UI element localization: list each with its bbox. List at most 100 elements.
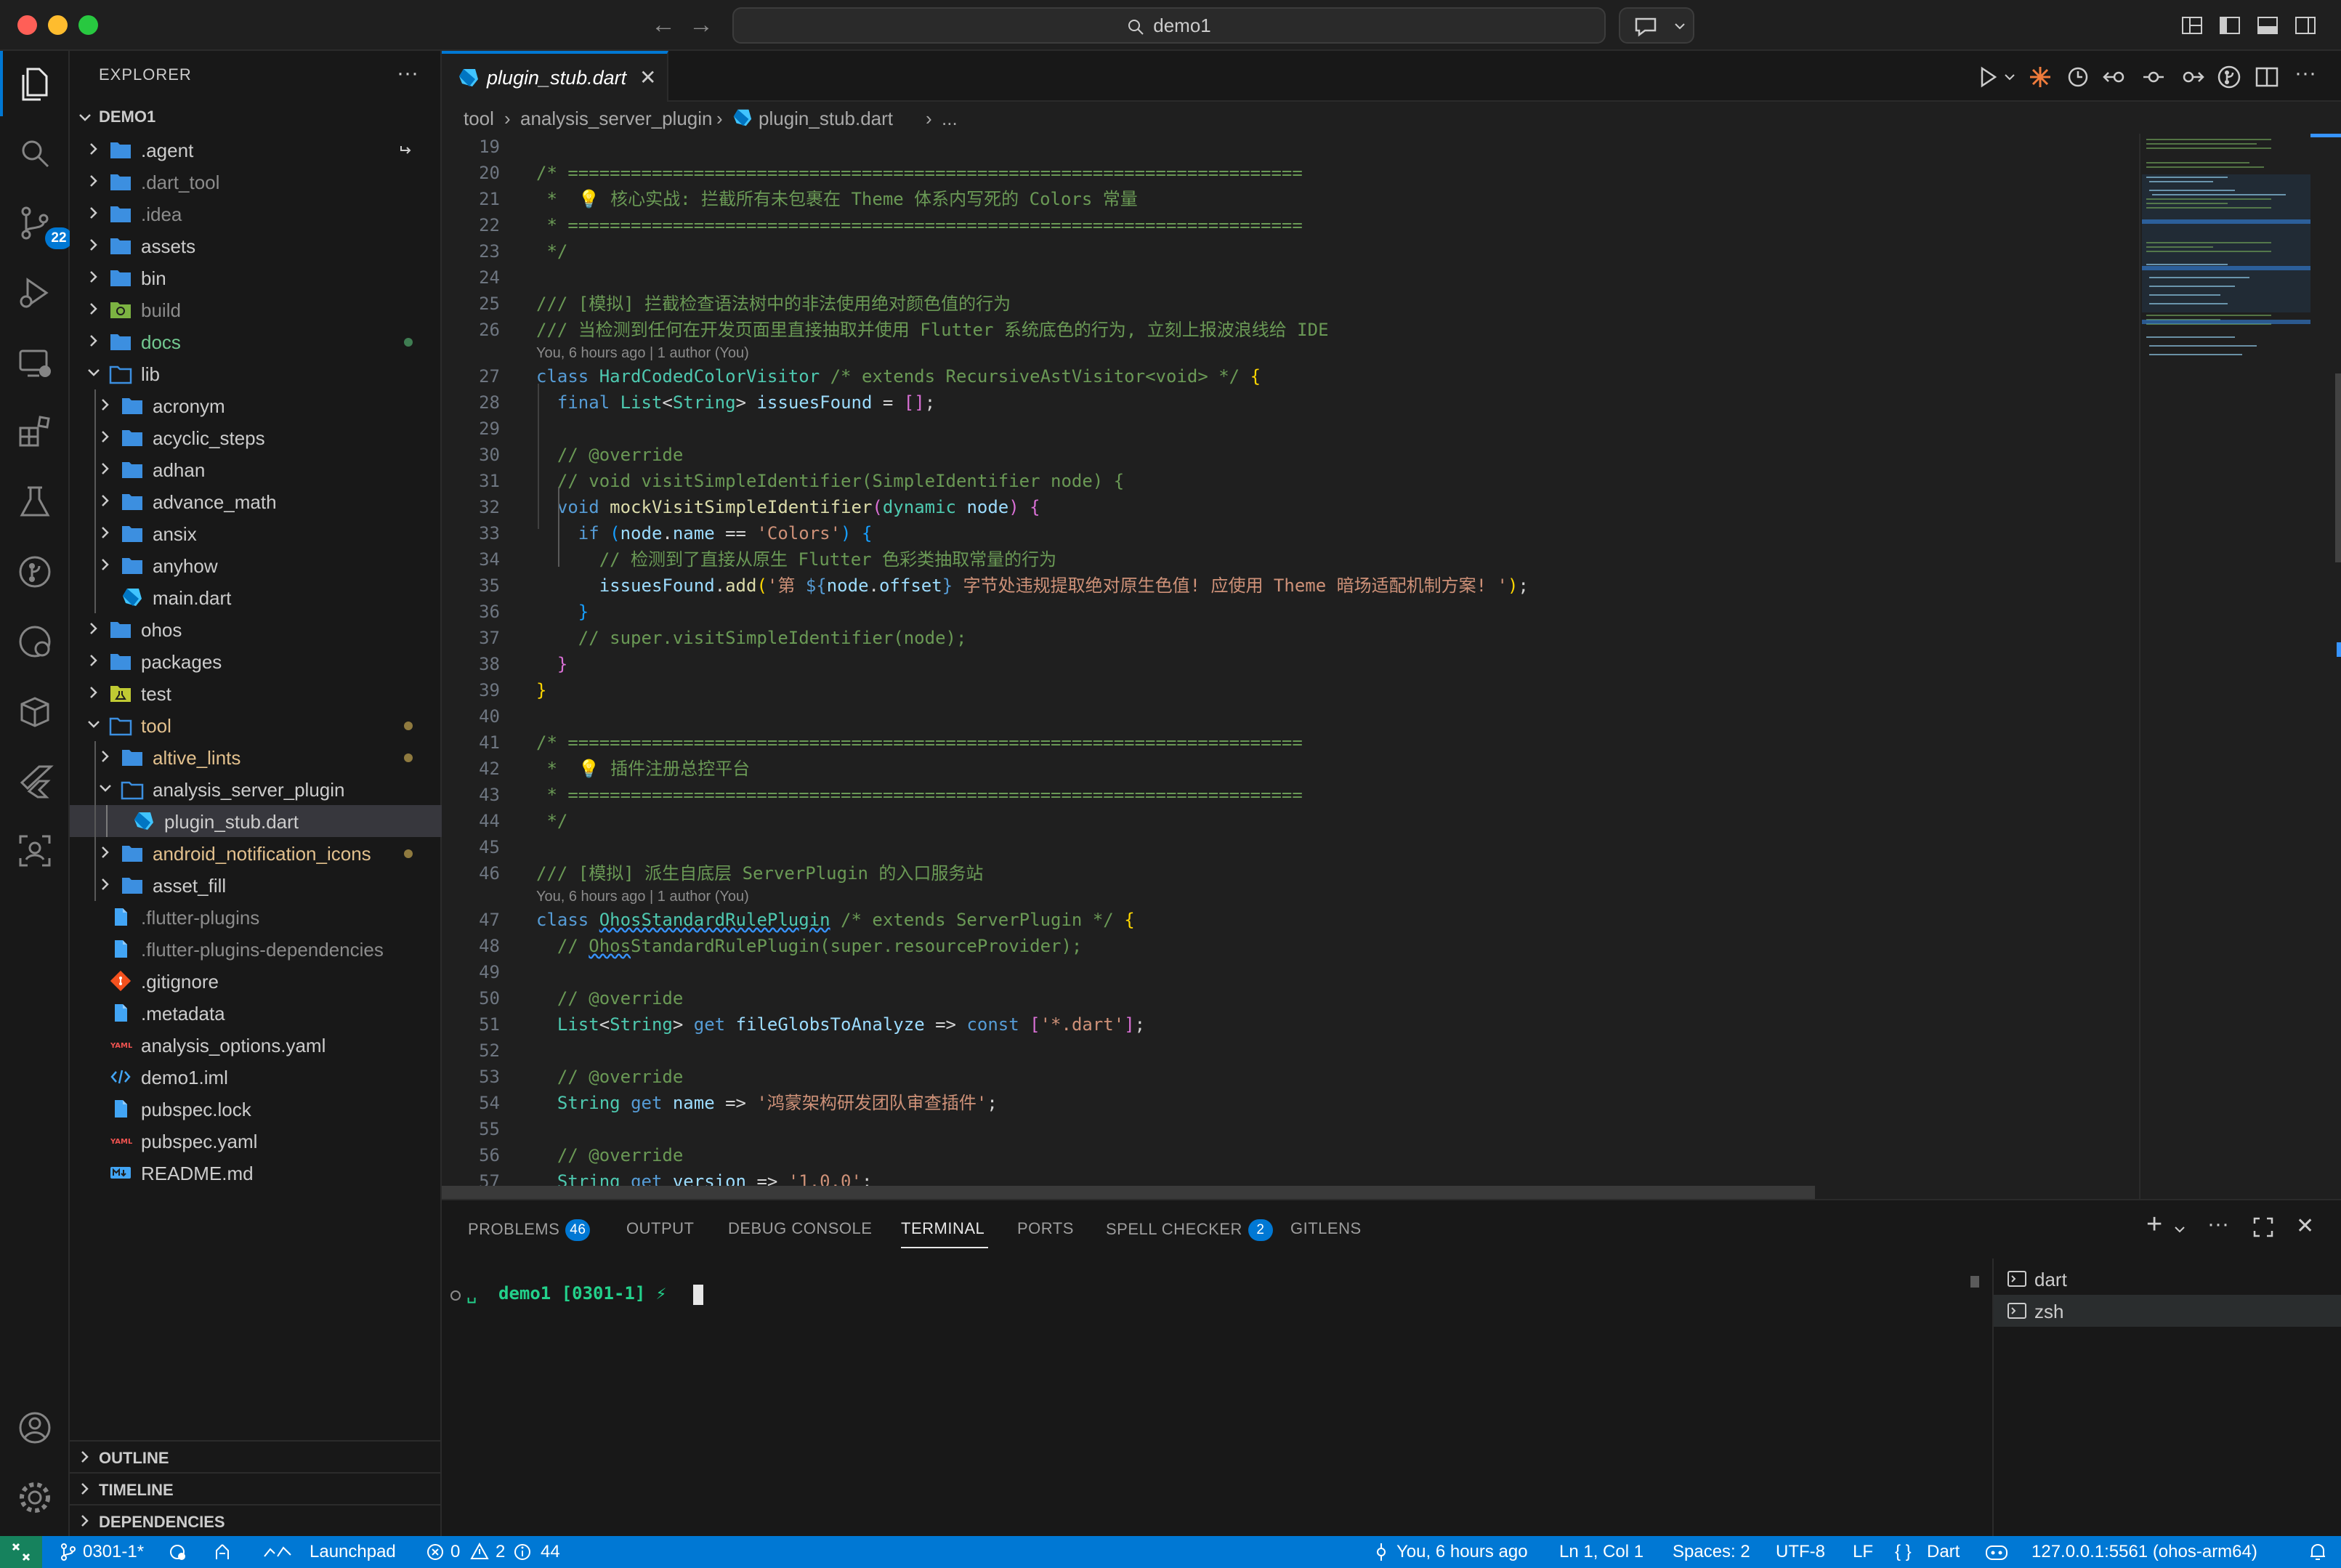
horizontal-scrollbar[interactable] bbox=[442, 1186, 1815, 1199]
containers-icon[interactable] bbox=[15, 691, 55, 732]
code-line[interactable]: 41 /* ===================================… bbox=[442, 730, 2139, 756]
tree-folder[interactable]: .idea bbox=[70, 198, 442, 230]
tree-folder[interactable]: assets bbox=[70, 230, 442, 262]
code-line[interactable]: 52 bbox=[442, 1038, 2139, 1064]
code-line[interactable]: 31 // void visitSimpleIdentifier(SimpleI… bbox=[442, 468, 2139, 494]
code-line[interactable]: 35 issuesFound.add('第 ${node.offset} 字节处… bbox=[442, 573, 2139, 599]
tree-folder[interactable]: build bbox=[70, 294, 442, 326]
code-line[interactable]: 34 // 检测到了直接从原生 Flutter 色彩类抽取常量的行为 bbox=[442, 546, 2139, 573]
cursor-position[interactable]: Ln 1, Col 1 bbox=[1559, 1542, 1643, 1562]
tree-folder[interactable]: .dart_tool bbox=[70, 166, 442, 198]
gitlens-commit-icon[interactable] bbox=[2216, 64, 2242, 90]
tree-folder[interactable]: test bbox=[70, 677, 442, 709]
back-arrow-icon[interactable]: ← bbox=[651, 10, 676, 39]
tab-problems[interactable]: PROBLEMS 46 bbox=[468, 1219, 591, 1241]
new-terminal-plus-icon[interactable]: + bbox=[2146, 1209, 2162, 1240]
tree-file[interactable]: YAML pubspec.yaml bbox=[70, 1125, 442, 1157]
encoding[interactable]: UTF-8 bbox=[1776, 1542, 1825, 1562]
notifications-bell-icon[interactable] bbox=[2308, 1542, 2328, 1562]
tree-folder[interactable]: acronym bbox=[70, 389, 442, 421]
tab-gitlens[interactable]: GITLENS bbox=[1290, 1219, 1362, 1238]
run-code-icon[interactable] bbox=[1975, 64, 2001, 90]
tree-folder[interactable]: asset_fill bbox=[70, 869, 442, 901]
tab-debug-console[interactable]: DEBUG CONSOLE bbox=[728, 1219, 872, 1238]
close-window-button[interactable] bbox=[17, 15, 37, 35]
sync-icon[interactable] bbox=[167, 1542, 187, 1562]
code-line[interactable]: 55 bbox=[442, 1116, 2139, 1142]
minimap[interactable] bbox=[2139, 134, 2341, 1199]
code-line[interactable]: 27 class HardCodedColorVisitor /* extends… bbox=[442, 363, 2139, 389]
search-icon[interactable] bbox=[15, 133, 55, 174]
source-control-icon[interactable]: 22 bbox=[15, 203, 73, 249]
terminal-item-dart[interactable]: dart bbox=[1994, 1263, 2341, 1295]
remote-indicator[interactable] bbox=[0, 1536, 42, 1568]
command-center-search[interactable]: demo1 bbox=[732, 7, 1606, 44]
customize-layout-icon[interactable] bbox=[2180, 13, 2204, 38]
accounts-icon[interactable] bbox=[15, 1407, 55, 1448]
code-line[interactable]: 28 final List<String> issuesFound = []; bbox=[442, 389, 2139, 416]
tree-folder[interactable]: acyclic_steps bbox=[70, 421, 442, 453]
code-line[interactable]: 30 // @override bbox=[442, 442, 2139, 468]
tree-file[interactable]: README.md bbox=[70, 1157, 442, 1189]
tree-file[interactable]: main.dart bbox=[70, 581, 442, 613]
tree-file[interactable]: .flutter-plugins-dependencies bbox=[70, 933, 442, 965]
terminal-scrollbar[interactable] bbox=[1970, 1276, 1979, 1288]
code-line[interactable]: 20 /* ===================================… bbox=[442, 160, 2139, 186]
minimize-window-button[interactable] bbox=[48, 15, 68, 35]
tree-folder[interactable]: analysis_server_plugin bbox=[70, 773, 442, 805]
editor-more-actions-icon[interactable]: ··· bbox=[2294, 61, 2316, 86]
code-line[interactable]: 24 bbox=[442, 264, 2139, 291]
code-line[interactable]: 42 * 💡 插件注册总控平台 bbox=[442, 756, 2139, 782]
run-debug-icon[interactable] bbox=[15, 272, 55, 313]
code-line[interactable]: 50 // @override bbox=[442, 985, 2139, 1011]
tree-folder[interactable]: altive_lints bbox=[70, 741, 442, 773]
more-actions-icon[interactable]: ··· bbox=[397, 61, 419, 86]
code-line[interactable]: 19 bbox=[442, 134, 2139, 160]
compare-changes-icon[interactable] bbox=[2103, 64, 2129, 90]
remote-explorer-icon[interactable] bbox=[15, 342, 55, 383]
terminal[interactable]: ␣ demo1 [0301-1] ⚡ bbox=[442, 1258, 1988, 1537]
tree-file[interactable]: .flutter-plugins bbox=[70, 901, 442, 933]
maximize-window-button[interactable] bbox=[78, 15, 98, 35]
gitlens-inspect-icon[interactable] bbox=[15, 621, 55, 662]
toggle-primary-sidebar-icon[interactable] bbox=[2217, 13, 2242, 38]
tree-folder[interactable]: anyhow bbox=[70, 549, 442, 581]
testing-icon[interactable] bbox=[15, 482, 55, 522]
launchpad-icon[interactable] bbox=[262, 1542, 294, 1562]
extensions-icon[interactable] bbox=[15, 412, 55, 453]
close-panel-icon[interactable]: ✕ bbox=[2296, 1213, 2314, 1239]
error-count[interactable]: 0 bbox=[450, 1542, 460, 1562]
breadcrumb-item[interactable]: tool bbox=[464, 108, 494, 130]
tree-file[interactable]: .metadata bbox=[70, 997, 442, 1029]
tab-plugin-stub[interactable]: plugin_stub.dart ✕ bbox=[442, 51, 668, 102]
language-mode[interactable]: Dart bbox=[1927, 1542, 1960, 1562]
chevron-down-icon[interactable] bbox=[2002, 70, 2017, 84]
code-line[interactable]: 54 String get name => '鸿蒙架构研发团队审查插件'; bbox=[442, 1090, 2139, 1116]
code-line[interactable]: 21 * 💡 核心实战: 拦截所有未包裹在 Theme 体系内写死的 Color… bbox=[442, 186, 2139, 212]
breadcrumb-item[interactable]: plugin_stub.dart bbox=[759, 108, 893, 130]
github-icon[interactable] bbox=[212, 1542, 233, 1562]
gitlens-icon[interactable] bbox=[15, 551, 55, 592]
tree-folder[interactable]: docs bbox=[70, 326, 442, 357]
code-line[interactable]: 29 bbox=[442, 416, 2139, 442]
tree-file[interactable]: pubspec.lock bbox=[70, 1093, 442, 1125]
tree-file[interactable]: YAML analysis_options.yaml bbox=[70, 1029, 442, 1061]
code-line[interactable]: 53 // @override bbox=[442, 1064, 2139, 1090]
code-line[interactable]: 43 * ===================================… bbox=[442, 782, 2139, 808]
breadcrumb-item[interactable]: ... bbox=[942, 108, 958, 130]
tree-file[interactable]: plugin_stub.dart bbox=[70, 805, 442, 837]
workspace-header[interactable]: DEMO1 bbox=[70, 102, 442, 134]
code-line[interactable]: 38 } bbox=[442, 651, 2139, 677]
tab-ports[interactable]: PORTS bbox=[1017, 1219, 1074, 1238]
maximize-panel-icon[interactable] bbox=[2252, 1216, 2274, 1238]
panel-more-icon[interactable]: ··· bbox=[2207, 1212, 2229, 1237]
explorer-icon[interactable] bbox=[15, 63, 55, 104]
breadcrumb-item[interactable]: analysis_server_plugin bbox=[520, 108, 712, 130]
code-line[interactable]: 26 /// 当检测到任何在开发页面里直接抽取并使用 Flutter 系统底色的行… bbox=[442, 317, 2139, 343]
toggle-secondary-sidebar-icon[interactable] bbox=[2293, 13, 2318, 38]
tree-folder[interactable]: tool bbox=[70, 709, 442, 741]
timeline-history-icon[interactable] bbox=[2065, 64, 2091, 90]
tab-terminal[interactable]: TERMINAL bbox=[901, 1219, 984, 1238]
code-line[interactable]: 49 bbox=[442, 959, 2139, 985]
code-line[interactable]: 39} bbox=[442, 677, 2139, 703]
